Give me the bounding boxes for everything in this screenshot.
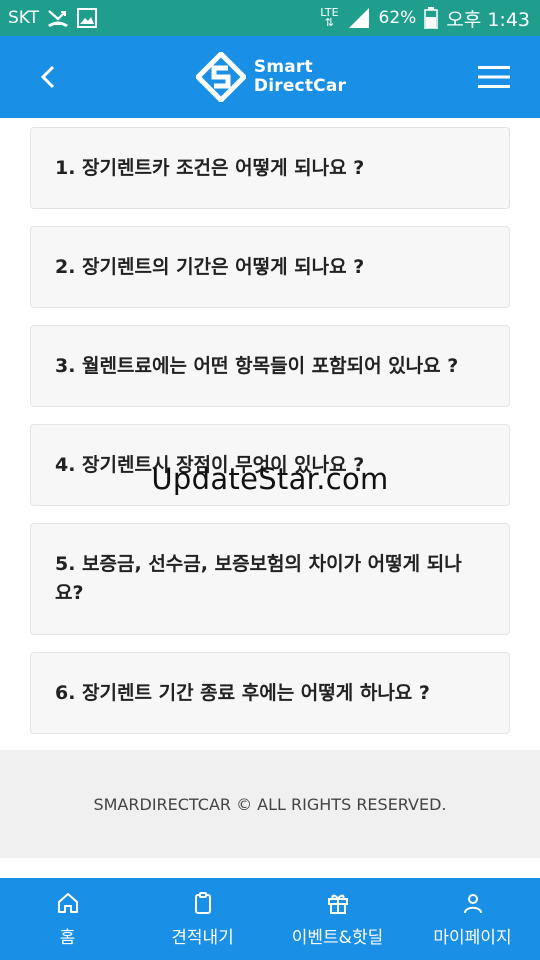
clock: 오후 1:43 bbox=[446, 8, 530, 31]
nav-item-quote[interactable]: 견적내기 bbox=[135, 878, 270, 960]
back-button[interactable] bbox=[28, 57, 68, 97]
logo-line-2: DirectCar bbox=[253, 76, 347, 96]
battery-icon bbox=[424, 7, 439, 29]
faq-item-2[interactable]: 2. 장기렌트의 기간은 어떻게 되나요 ? bbox=[30, 226, 510, 308]
user-icon bbox=[463, 893, 482, 913]
status-bar-left: SKT bbox=[8, 8, 98, 28]
gallery-icon bbox=[77, 8, 98, 28]
nav-item-home[interactable]: 홈 bbox=[0, 878, 135, 960]
clipboard-icon bbox=[194, 891, 211, 914]
bottom-nav: 홈 견적내기 이벤트&핫딜 마이페이지 bbox=[0, 878, 540, 960]
nav-item-mypage[interactable]: 마이페이지 bbox=[405, 878, 540, 960]
faq-item-5[interactable]: 5. 보증금, 선수금, 보증보험의 차이가 어떻게 되나요? bbox=[30, 523, 510, 635]
nav-label: 홈 bbox=[59, 927, 76, 948]
status-bar: SKT LTE ⇅ 62% 오후 1:43 bbox=[0, 0, 540, 36]
logo-text: Smart DirectCar bbox=[254, 58, 346, 96]
signal-icon bbox=[347, 8, 371, 28]
faq-question: 6. 장기렌트 기간 종료 후에는 어떻게 하나요 ? bbox=[55, 681, 430, 704]
faq-question: 5. 보증금, 선수금, 보증보험의 차이가 어떻게 되나요? bbox=[55, 553, 462, 604]
faq-question: 1. 장기렌트카 조건은 어떻게 되나요 ? bbox=[55, 156, 365, 179]
logo-mark-icon bbox=[195, 52, 246, 102]
menu-button[interactable] bbox=[474, 57, 514, 97]
lte-indicator: LTE ⇅ bbox=[320, 7, 338, 29]
faq-question: 3. 월렌트료에는 어떤 항목들이 포함되어 있나요 ? bbox=[55, 354, 459, 377]
nav-label: 마이페이지 bbox=[433, 927, 512, 948]
copyright-text: SMARDIRECTCAR © ALL RIGHTS RESERVED. bbox=[93, 794, 447, 814]
nav-label: 이벤트&핫딜 bbox=[291, 927, 384, 948]
nav-label: 견적내기 bbox=[171, 927, 234, 948]
faq-list: 1. 장기렌트카 조건은 어떻게 되나요 ? 2. 장기렌트의 기간은 어떻게 … bbox=[0, 118, 540, 750]
footer: SMARDIRECTCAR © ALL RIGHTS RESERVED. bbox=[0, 750, 540, 858]
status-bar-right: LTE ⇅ 62% 오후 1:43 bbox=[320, 5, 530, 32]
gift-icon bbox=[327, 894, 348, 914]
chevron-left-icon bbox=[40, 65, 55, 89]
nav-item-events[interactable]: 이벤트&핫딜 bbox=[270, 878, 405, 960]
faq-item-6[interactable]: 6. 장기렌트 기간 종료 후에는 어떻게 하나요 ? bbox=[30, 652, 510, 734]
watermark: UpdateStar.com bbox=[151, 462, 389, 496]
data-arrows-icon: ⇅ bbox=[324, 16, 334, 29]
battery-percent: 62% bbox=[378, 8, 417, 28]
logo-line-1: Smart bbox=[253, 57, 313, 77]
faq-question: 2. 장기렌트의 기간은 어떻게 되나요 ? bbox=[55, 255, 365, 278]
carrier-label: SKT bbox=[8, 8, 40, 28]
faq-item-3[interactable]: 3. 월렌트료에는 어떤 항목들이 포함되어 있나요 ? bbox=[30, 325, 510, 407]
app-logo[interactable]: Smart DirectCar bbox=[195, 52, 346, 102]
home-icon bbox=[57, 892, 78, 913]
app-header: Smart DirectCar bbox=[0, 36, 540, 118]
hamburger-icon bbox=[478, 66, 510, 88]
faq-item-1[interactable]: 1. 장기렌트카 조건은 어떻게 되나요 ? bbox=[30, 127, 510, 209]
missed-call-icon bbox=[47, 8, 69, 28]
